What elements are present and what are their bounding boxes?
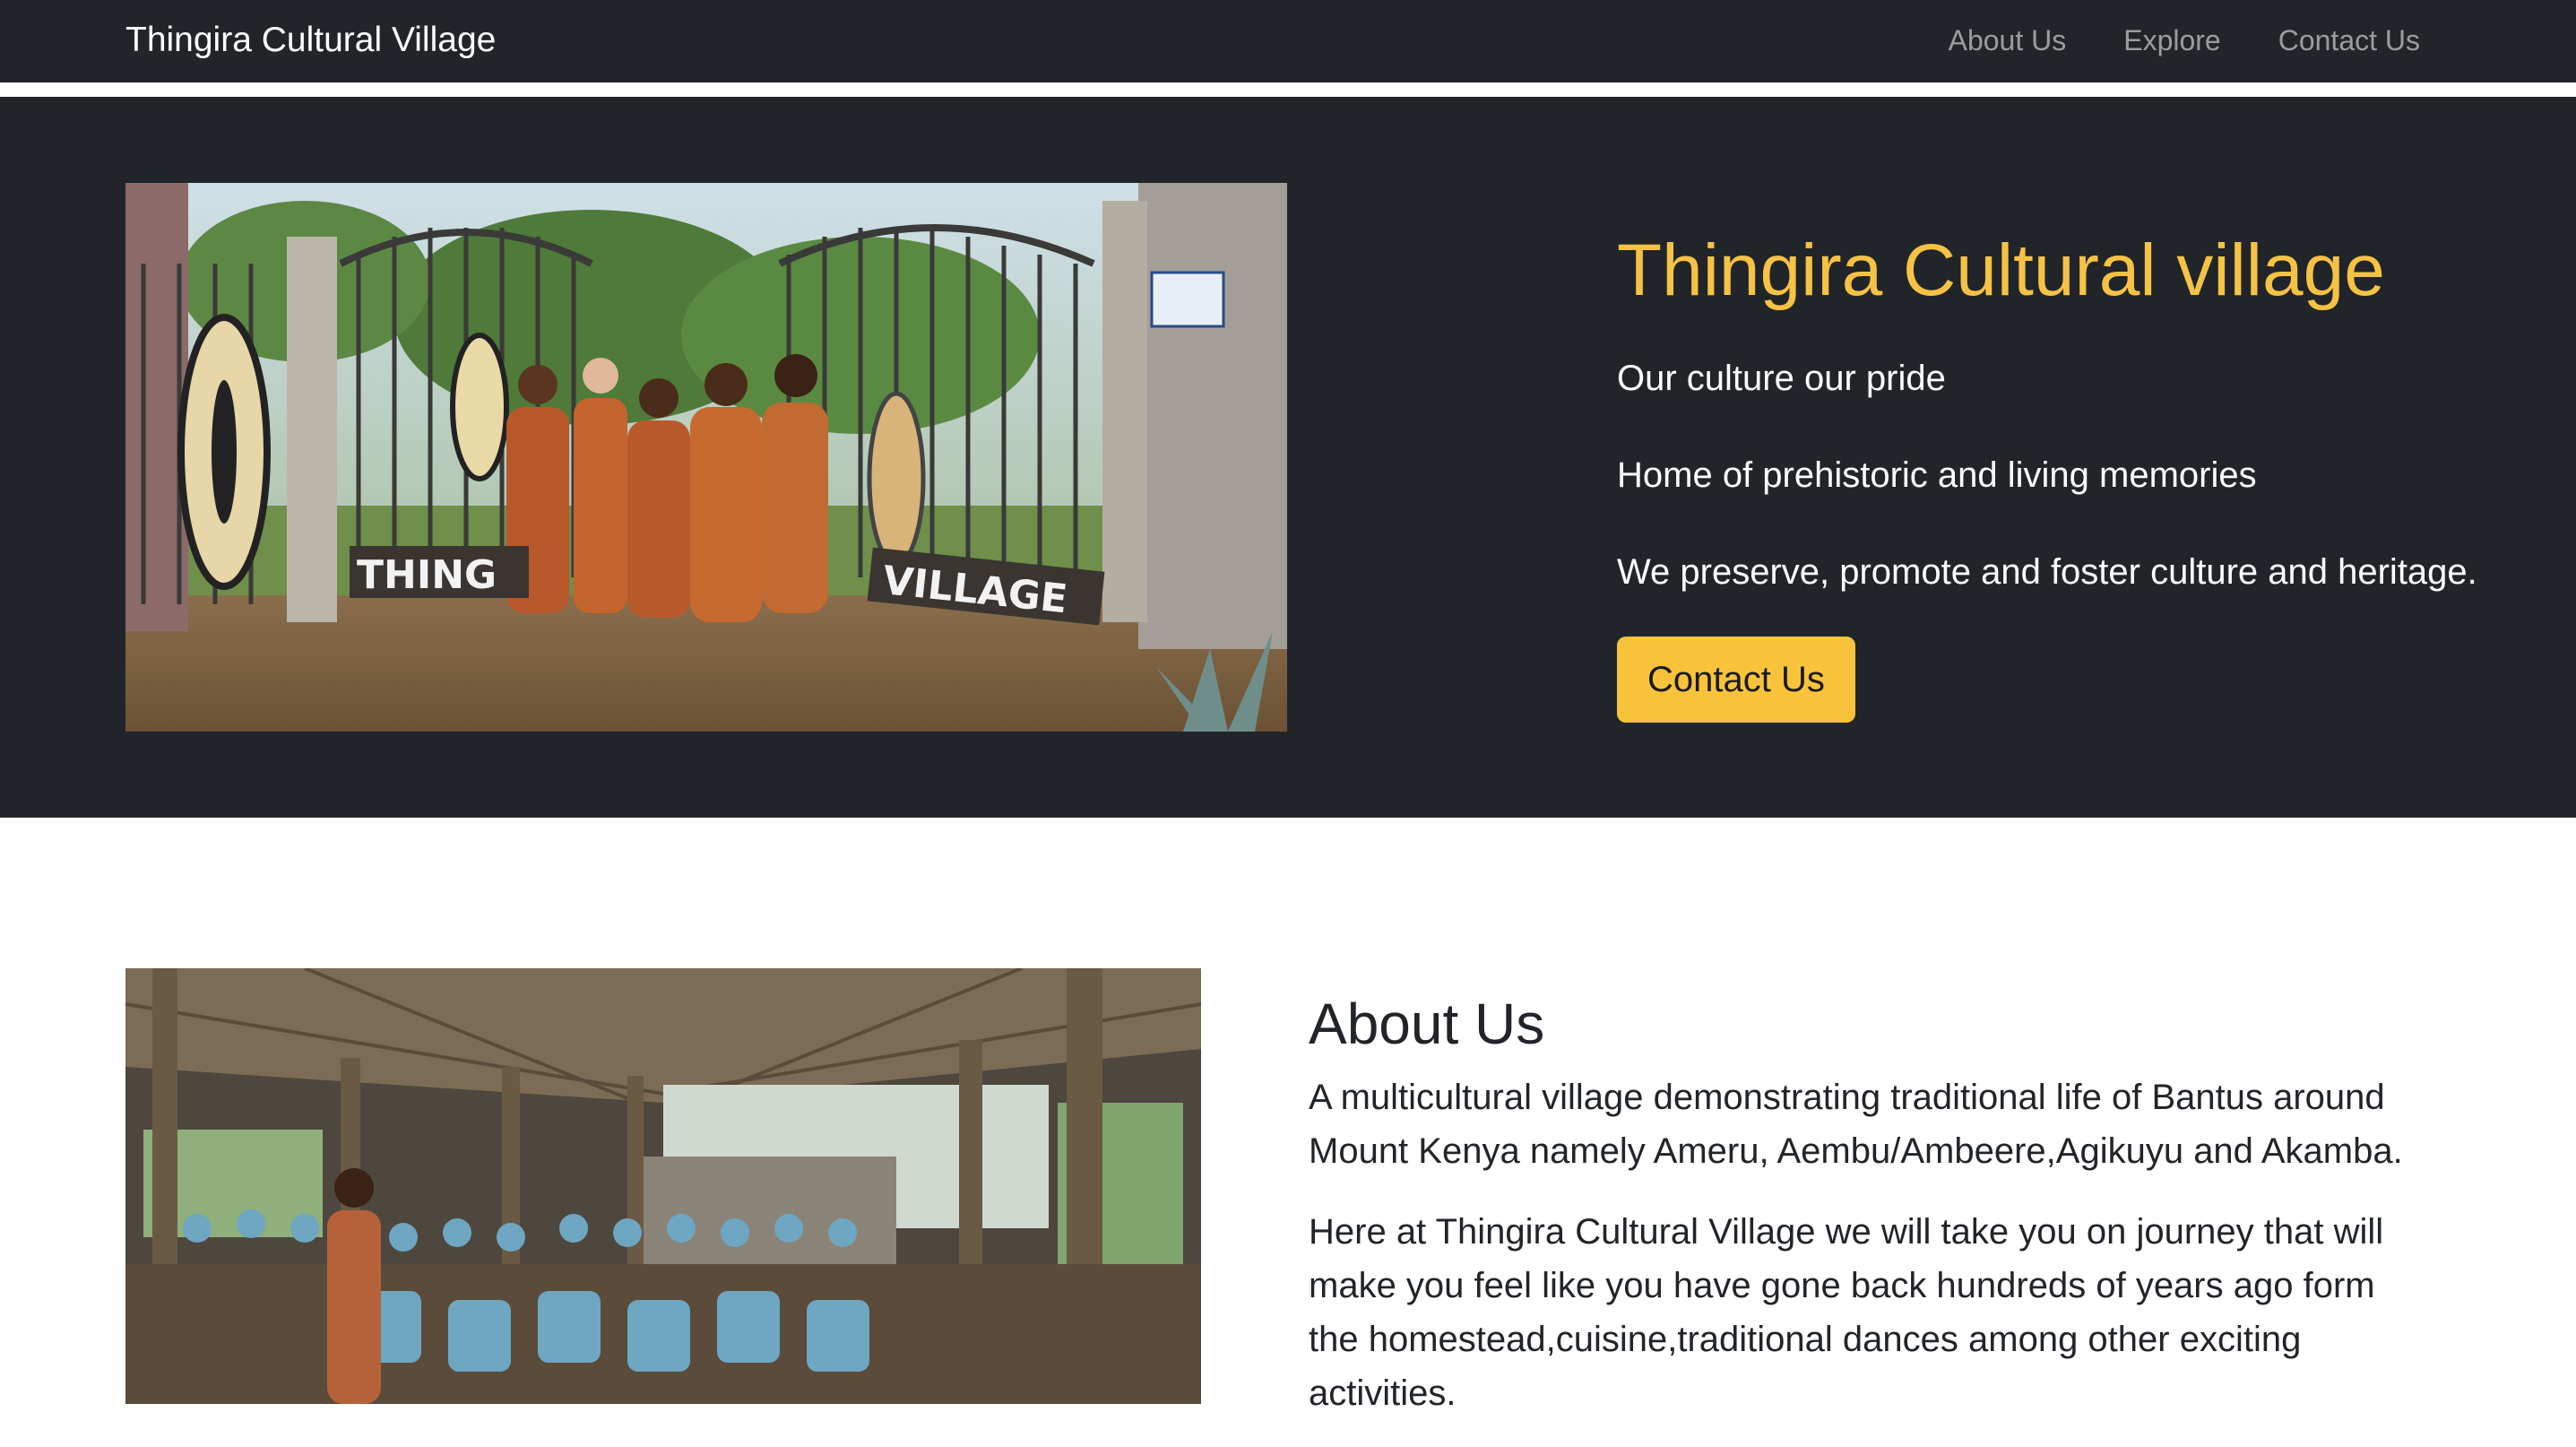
svg-text:THING: THING <box>357 552 497 598</box>
nav-about-us[interactable]: About Us <box>1949 20 2067 61</box>
nav-explore[interactable]: Explore <box>2123 20 2221 61</box>
about-paragraph: A multicultural village demonstrating tr… <box>1309 1078 2403 1171</box>
hero-tagline: Our culture our pride <box>1617 359 1946 398</box>
nav-links: About Us Explore Contact Us <box>1891 20 2420 61</box>
brand-link[interactable]: Thingira Cultural Village <box>125 18 496 63</box>
about-title: About Us <box>1309 992 1545 1056</box>
about-paragraph: Here at Thingira Cultural Village we wil… <box>1309 1212 2384 1413</box>
hero-mission: We preserve, promote and foster culture … <box>1617 552 2477 592</box>
hero-section: THING VILLAGE Thingira Cultural village … <box>0 97 2576 818</box>
about-shelter-photo <box>125 968 1201 1404</box>
hero-subtitle: Home of prehistoric and living memories <box>1617 455 2257 495</box>
contact-us-button[interactable]: Contact Us <box>1617 637 1855 723</box>
hero-title: Thingira Cultural village <box>1617 230 2385 311</box>
hero-text: Thingira Cultural village Our culture ou… <box>1617 228 2513 723</box>
about-text: About Us A multicultural village demonst… <box>1309 986 2420 1447</box>
nav-contact-us[interactable]: Contact Us <box>2278 20 2420 61</box>
hero-gate-photo: THING VILLAGE <box>125 183 1287 732</box>
navbar: Thingira Cultural Village About Us Explo… <box>0 0 2576 90</box>
